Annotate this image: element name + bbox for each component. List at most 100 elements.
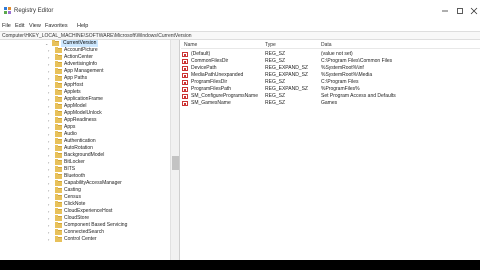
tree-item-label: ApplicationFrame [64,96,103,102]
maximize-icon[interactable] [455,6,465,16]
expand-icon[interactable]: › [48,223,53,228]
tree-item-currentversion[interactable]: ⌄ CurrentVersion [0,40,168,47]
tree-item[interactable]: › Authentication [3,138,171,145]
address-path[interactable]: Computer\HKEY_LOCAL_MACHINE\SOFTWARE\Mic… [2,33,192,39]
menu-edit[interactable]: Edit [15,23,24,29]
tree-item[interactable]: › AppHost [3,82,171,89]
value-name: ProgramFilesPath [191,86,232,92]
expand-icon[interactable]: › [48,174,53,179]
tree-scrollbar[interactable] [170,40,179,260]
tree-item[interactable]: › ClickNote [3,201,171,208]
tree-pane: ⌄ CurrentVersion › AccountPicture › Acti… [0,40,180,260]
expand-icon[interactable]: › [48,69,53,74]
tree-item[interactable]: › Component Based Servicing [3,222,171,229]
expand-icon[interactable]: › [48,139,53,144]
tree-item[interactable]: › App Management [3,68,171,75]
folder-icon [55,89,62,95]
close-icon[interactable] [469,6,479,16]
tree-item-label: Applets [64,89,81,95]
tree-item[interactable]: › ConnectedSearch [3,229,171,236]
value-name: SM_ConfigureProgramsName [191,93,258,99]
tree-item-label: App Paths [64,75,88,81]
expand-icon[interactable]: › [48,216,53,221]
menu-file[interactable]: File [2,23,11,29]
expand-icon[interactable]: › [48,167,53,172]
tree-item[interactable]: › CloudStore [3,215,171,222]
expand-icon[interactable]: › [48,209,53,214]
bottom-black-bar [0,260,480,270]
expand-icon[interactable]: › [48,111,53,116]
expand-icon[interactable]: › [48,62,53,67]
expand-icon[interactable]: › [48,188,53,193]
tree-item[interactable]: › CapabilityAccessManager [3,180,171,187]
value-type: REG_SZ [265,100,286,106]
tree-item[interactable]: › ActionCenter [3,54,171,61]
expand-icon[interactable]: › [48,202,53,207]
expand-icon[interactable]: › [48,132,53,137]
value-row[interactable]: CommonFilesDir REG_SZ C:\Program Files\C… [181,58,480,65]
tree-item[interactable]: › Bluetooth [3,173,171,180]
column-header-data[interactable]: Data [321,42,332,48]
menu-help[interactable]: Help [77,23,88,29]
expand-icon[interactable]: › [48,153,53,158]
tree-item[interactable]: › Applets [3,89,171,96]
tree-item[interactable]: › AppReadiness [3,117,171,124]
tree-item[interactable]: › Census [3,194,171,201]
tree-item[interactable]: › Apps [3,124,171,131]
menu-bar: File Edit View Favorites Help [0,22,480,31]
expand-icon[interactable]: › [48,160,53,165]
menu-favorites[interactable]: Favorites [45,23,68,29]
column-header-type[interactable]: Type [265,42,276,48]
expand-icon[interactable]: › [48,76,53,81]
tree-item[interactable]: › AccountPicture [3,47,171,54]
tree-item-label: AppModelUnlock [64,110,102,116]
tree-item[interactable]: › Control Center [3,236,171,243]
tree-item[interactable]: › Casting [3,187,171,194]
tree-item[interactable]: › App Paths [3,75,171,82]
expand-icon[interactable]: › [48,97,53,102]
scrollbar-thumb[interactable] [172,156,179,170]
tree-item[interactable]: › AutoRotation [3,145,171,152]
tree-item-label: Control Center [64,236,97,242]
tree-item[interactable]: › BITS [3,166,171,173]
value-row[interactable]: SM_GamesName REG_SZ Games [181,100,480,107]
string-value-icon [182,87,188,92]
tree-item[interactable]: › AdvertisingInfo [3,61,171,68]
column-header-name[interactable]: Name [184,42,197,48]
tree-item[interactable]: › BitLocker [3,159,171,166]
value-row[interactable]: ProgramFilesPath REG_EXPAND_SZ %ProgramF… [181,86,480,93]
menu-view[interactable]: View [29,23,41,29]
expand-icon[interactable]: › [48,230,53,235]
value-row[interactable]: SM_ConfigureProgramsName REG_SZ Set Prog… [181,93,480,100]
tree-item-label: CapabilityAccessManager [64,180,122,186]
expand-icon[interactable]: › [48,195,53,200]
expand-icon[interactable]: › [48,125,53,130]
tree-item[interactable]: › BackgroundModel [3,152,171,159]
expand-icon[interactable]: › [48,146,53,151]
value-data: %SystemRoot%\Media [321,72,373,78]
tree-item[interactable]: › Audio [3,131,171,138]
minimize-icon[interactable] [440,6,450,16]
value-row[interactable]: MediaPathUnexpanded REG_EXPAND_SZ %Syste… [181,72,480,79]
tree-item[interactable]: › AppModelUnlock [3,110,171,117]
expand-icon[interactable]: › [48,55,53,60]
tree-item-label: AccountPicture [64,47,98,53]
value-type: REG_EXPAND_SZ [265,72,308,78]
expand-icon[interactable]: › [48,48,53,53]
expand-icon[interactable]: ⌄ [45,41,50,46]
address-bar[interactable]: Computer\HKEY_LOCAL_MACHINE\SOFTWARE\Mic… [0,31,480,40]
expand-icon[interactable]: › [48,118,53,123]
value-row[interactable]: (Default) REG_SZ (value not set) [181,51,480,58]
expand-icon[interactable]: › [48,181,53,186]
value-row[interactable]: DevicePath REG_EXPAND_SZ %SystemRoot%\in… [181,65,480,72]
expand-icon[interactable]: › [48,104,53,109]
tree-item[interactable]: › CloudExperienceHost [3,208,171,215]
title-bar[interactable]: Registry Editor [0,0,480,22]
value-row[interactable]: ProgramFilesDir REG_SZ C:\Program Files [181,79,480,86]
tree-item[interactable]: › ApplicationFrame [3,96,171,103]
value-data: C:\Program Files [321,79,359,85]
expand-icon[interactable]: › [48,237,53,242]
tree-item[interactable]: › AppModel [3,103,171,110]
expand-icon[interactable]: › [48,90,53,95]
expand-icon[interactable]: › [48,83,53,88]
